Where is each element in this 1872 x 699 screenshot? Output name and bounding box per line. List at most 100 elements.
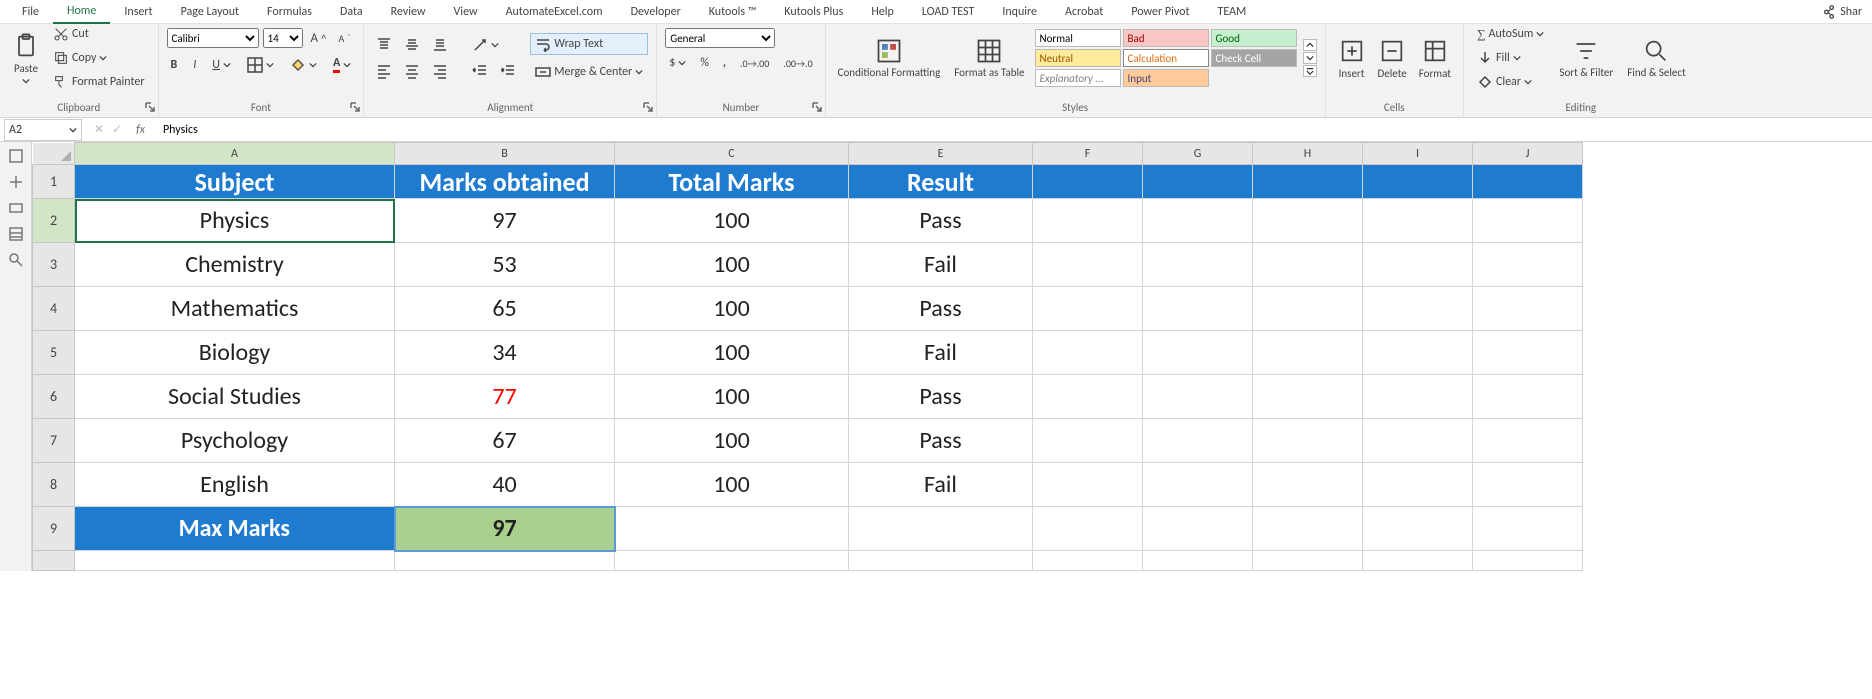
align-top-button[interactable] <box>372 35 396 55</box>
cell[interactable] <box>615 551 849 571</box>
merge-center-button[interactable]: Merge & Center <box>530 61 648 83</box>
cell-max-value[interactable]: 97 <box>395 507 615 551</box>
align-middle-button[interactable] <box>400 35 424 55</box>
row-header-7[interactable]: 7 <box>33 419 75 463</box>
cell[interactable] <box>1143 243 1253 287</box>
style-gallery-scroll[interactable] <box>1303 39 1317 77</box>
copy-button[interactable]: Copy <box>48 47 150 69</box>
col-header-A[interactable]: A <box>75 143 395 165</box>
cell-marks[interactable]: 77 <box>395 375 615 419</box>
cell[interactable] <box>1253 199 1363 243</box>
menu-item-file[interactable]: File <box>8 1 53 23</box>
cell[interactable] <box>1253 287 1363 331</box>
cell[interactable] <box>1033 551 1143 571</box>
comma-button[interactable]: , <box>719 54 730 72</box>
menu-item-page-layout[interactable]: Page Layout <box>167 1 253 23</box>
cell[interactable] <box>1253 507 1363 551</box>
cell[interactable] <box>1363 243 1473 287</box>
menu-item-power-pivot[interactable]: Power Pivot <box>1117 1 1203 23</box>
format-painter-button[interactable]: Format Painter <box>48 71 150 93</box>
autosum-button[interactable]: ∑AutoSum <box>1472 24 1549 45</box>
menu-item-load-test[interactable]: LOAD TEST <box>908 1 989 23</box>
align-center-button[interactable] <box>400 61 424 81</box>
decrease-decimal-button[interactable]: .00→.0 <box>779 55 816 72</box>
cell[interactable] <box>1253 331 1363 375</box>
row-header-6[interactable]: 6 <box>33 375 75 419</box>
gutter-icon[interactable] <box>8 148 24 164</box>
gutter-icon[interactable] <box>8 226 24 242</box>
align-right-button[interactable] <box>428 61 452 81</box>
cell[interactable] <box>1473 165 1583 199</box>
cell[interactable] <box>1033 375 1143 419</box>
menu-item-formulas[interactable]: Formulas <box>253 1 326 23</box>
accounting-button[interactable]: $ <box>665 54 690 72</box>
percent-button[interactable]: % <box>696 54 713 72</box>
cell[interactable] <box>1143 287 1253 331</box>
paste-button[interactable]: Paste <box>8 30 44 87</box>
increase-indent-button[interactable] <box>496 61 520 81</box>
increase-decimal-button[interactable]: .0→.00 <box>736 55 773 72</box>
col-header-J[interactable]: J <box>1473 143 1583 165</box>
cell[interactable] <box>1143 375 1253 419</box>
cell[interactable] <box>1473 287 1583 331</box>
cell-result[interactable]: Pass <box>849 375 1033 419</box>
underline-button[interactable]: U <box>208 56 235 74</box>
menu-item-developer[interactable]: Developer <box>617 1 695 23</box>
cell[interactable] <box>1473 463 1583 507</box>
style-input[interactable]: Input <box>1123 69 1209 87</box>
header-cell[interactable]: Result <box>849 165 1033 199</box>
row-header-3[interactable]: 3 <box>33 243 75 287</box>
style-good[interactable]: Good <box>1211 29 1297 47</box>
cell[interactable] <box>1473 199 1583 243</box>
style-exp[interactable]: Explanatory ... <box>1035 69 1121 87</box>
menu-item-kutools-plus[interactable]: Kutools Plus <box>770 1 857 23</box>
format-button[interactable]: Format <box>1415 35 1455 82</box>
style-gallery[interactable]: NormalBadGoodNeutralCalculationCheck Cel… <box>1035 29 1297 87</box>
style-neutral[interactable]: Neutral <box>1035 49 1121 67</box>
fill-color-button[interactable] <box>286 55 321 75</box>
cell[interactable] <box>1473 551 1583 571</box>
header-cell[interactable]: Marks obtained <box>395 165 615 199</box>
cell[interactable] <box>1363 331 1473 375</box>
font-size-select[interactable]: 14 <box>263 28 303 48</box>
menu-item-help[interactable]: Help <box>857 1 908 23</box>
row-header-5[interactable]: 5 <box>33 331 75 375</box>
cut-button[interactable]: Cut <box>48 23 150 45</box>
cell[interactable] <box>1143 463 1253 507</box>
cell[interactable] <box>395 551 615 571</box>
cell[interactable] <box>1033 243 1143 287</box>
dialog-launcher-icon[interactable] <box>811 101 823 113</box>
cell[interactable] <box>1363 419 1473 463</box>
row-header-10[interactable] <box>33 551 75 571</box>
cell[interactable] <box>1143 507 1253 551</box>
row-header-8[interactable]: 8 <box>33 463 75 507</box>
increase-font-button[interactable]: A^ <box>307 29 331 48</box>
cell[interactable] <box>1143 331 1253 375</box>
cell-total[interactable]: 100 <box>615 419 849 463</box>
cell[interactable] <box>1253 551 1363 571</box>
name-box[interactable]: A2 <box>4 119 82 141</box>
menu-item-home[interactable]: Home <box>53 0 110 24</box>
cell[interactable] <box>1473 375 1583 419</box>
align-bottom-button[interactable] <box>428 35 452 55</box>
cell[interactable] <box>1033 507 1143 551</box>
sort-filter-button[interactable]: Sort & Filter <box>1555 35 1617 81</box>
gutter-icon[interactable] <box>8 252 24 268</box>
bold-button[interactable]: B <box>167 56 182 74</box>
cell[interactable] <box>1253 419 1363 463</box>
col-header-B[interactable]: B <box>395 143 615 165</box>
cell[interactable] <box>1253 463 1363 507</box>
cell[interactable] <box>1033 331 1143 375</box>
gutter-icon[interactable] <box>8 200 24 216</box>
cell[interactable] <box>1363 375 1473 419</box>
cell-result[interactable]: Pass <box>849 199 1033 243</box>
borders-button[interactable] <box>243 55 278 75</box>
cell[interactable] <box>1253 243 1363 287</box>
find-select-button[interactable]: Find & Select <box>1623 35 1689 81</box>
dialog-launcher-icon[interactable] <box>144 101 156 113</box>
decrease-font-button[interactable]: Aˇ <box>334 30 354 47</box>
cell-marks[interactable]: 53 <box>395 243 615 287</box>
cell-total[interactable]: 100 <box>615 287 849 331</box>
header-cell[interactable]: Total Marks <box>615 165 849 199</box>
cell[interactable] <box>1033 199 1143 243</box>
